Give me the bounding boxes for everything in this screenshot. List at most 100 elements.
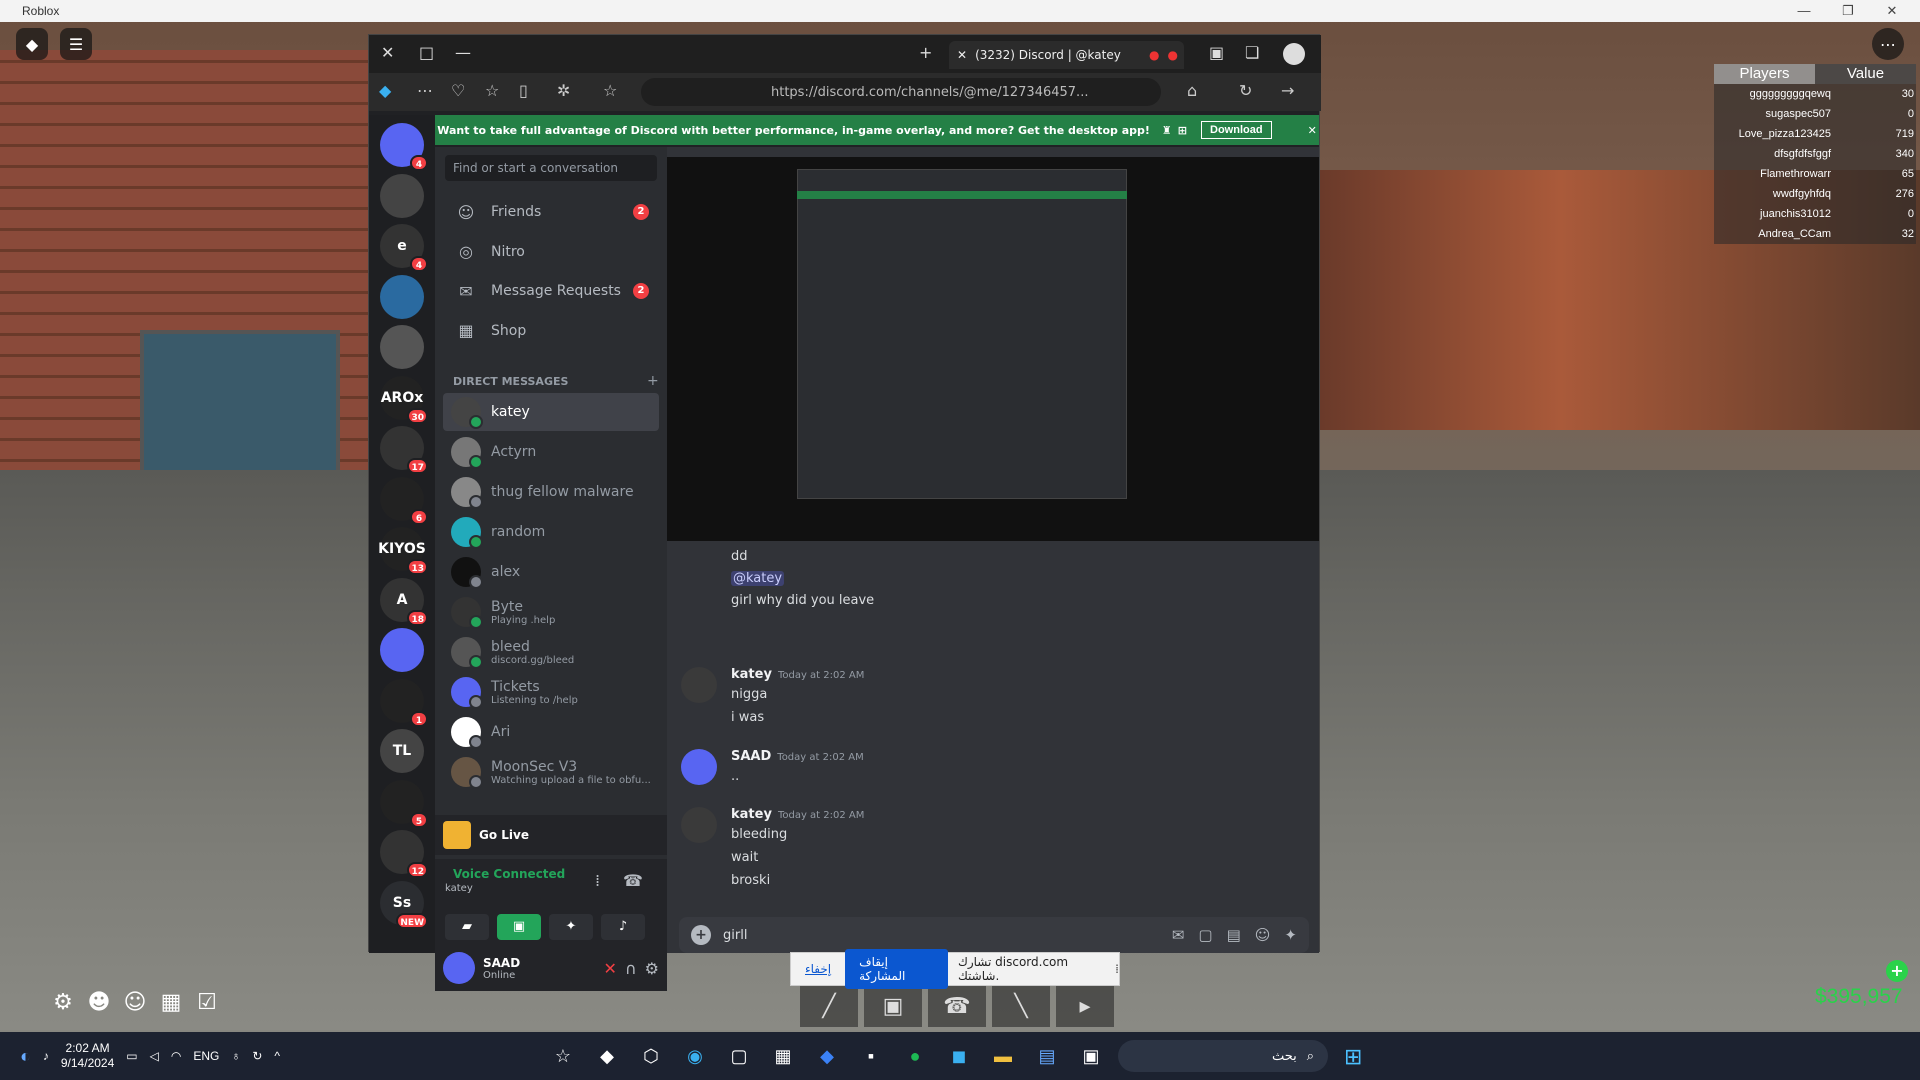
windows-start-icon[interactable]: ⊞ bbox=[1344, 1044, 1362, 1070]
collections-icon[interactable]: ❏ bbox=[1245, 43, 1259, 62]
new-dm-icon[interactable]: + bbox=[647, 373, 659, 389]
settings-icon[interactable]: ⚙ bbox=[645, 959, 659, 978]
server-icon[interactable]: 17 bbox=[380, 426, 428, 474]
forward-icon[interactable]: → bbox=[1281, 81, 1294, 100]
inventory-icon[interactable]: ▦ bbox=[158, 990, 184, 1016]
avatar[interactable] bbox=[443, 952, 475, 984]
apps-icon[interactable]: ✦ bbox=[1284, 926, 1297, 944]
app-icon[interactable]: ☆ bbox=[548, 1041, 578, 1071]
sticker-icon[interactable]: ▤ bbox=[1227, 926, 1241, 944]
leaderboard-row[interactable]: sugaspec507 0 bbox=[1714, 104, 1916, 124]
url-field[interactable]: https://discord.com/channels/@me/1273464… bbox=[641, 78, 1161, 106]
leaderboard-row[interactable]: juanchis31012 0 bbox=[1714, 204, 1916, 224]
leaderboard-row[interactable]: wwdfgyhfdq 276 bbox=[1714, 184, 1916, 204]
server-icon[interactable]: TL bbox=[380, 729, 424, 773]
mic-icon[interactable]: ♁ bbox=[231, 1049, 240, 1063]
nav-friends[interactable]: ☺ Friends 2 bbox=[443, 193, 659, 231]
mute-icon[interactable]: ✕ bbox=[604, 959, 617, 978]
dropbox-icon[interactable]: ◆ bbox=[812, 1041, 842, 1071]
app-icon[interactable]: ▪ bbox=[856, 1041, 886, 1071]
noise-suppression-icon[interactable]: ⁞ bbox=[595, 871, 600, 890]
message-author[interactable]: SAAD bbox=[731, 749, 771, 764]
profile-icon[interactable] bbox=[1283, 43, 1305, 65]
dm-item[interactable]: random bbox=[443, 513, 659, 551]
avatar[interactable] bbox=[681, 807, 717, 843]
leaderboard-header-value[interactable]: Value bbox=[1815, 64, 1916, 84]
screen-share-stream[interactable] bbox=[667, 157, 1319, 541]
stop-sharing-button[interactable]: إيقاف المشاركة bbox=[845, 949, 948, 989]
taskbar-search[interactable]: بحث ⌕ bbox=[1118, 1040, 1328, 1072]
screen-share-icon[interactable]: ▣ bbox=[497, 914, 541, 940]
server-icon[interactable]: AROx 30 bbox=[380, 375, 428, 424]
roblox-menu-icon[interactable]: ◆ bbox=[16, 28, 48, 60]
add-money-icon[interactable]: + bbox=[1886, 960, 1908, 982]
language-indicator[interactable]: ENG bbox=[193, 1049, 219, 1063]
maximize-icon[interactable]: □ bbox=[419, 43, 434, 62]
app-icon[interactable]: ⬡ bbox=[636, 1041, 666, 1071]
gif-icon[interactable]: ▢ bbox=[1198, 926, 1212, 944]
dm-item[interactable]: Actyrn bbox=[443, 433, 659, 471]
server-icon[interactable] bbox=[380, 325, 424, 369]
server-icon[interactable] bbox=[380, 173, 424, 218]
activity-icon[interactable]: ✦ bbox=[549, 914, 593, 940]
dm-item[interactable]: Tickets Listening to /help bbox=[443, 673, 659, 711]
favorites-icon[interactable]: ☆ bbox=[485, 81, 499, 100]
app-icon[interactable]: ▢ bbox=[724, 1041, 754, 1071]
avatar[interactable] bbox=[681, 667, 717, 703]
file-explorer-icon[interactable]: ▬ bbox=[988, 1041, 1018, 1071]
home-button[interactable]: 4 bbox=[380, 123, 428, 171]
store-icon[interactable]: ▦ bbox=[768, 1041, 798, 1071]
message-author[interactable]: katey bbox=[731, 807, 772, 822]
maximize-icon[interactable]: ❐ bbox=[1826, 0, 1870, 22]
dm-item[interactable]: bleed discord.gg/bleed bbox=[443, 633, 659, 671]
settings-icon[interactable]: ⚙ bbox=[50, 990, 76, 1016]
dm-item[interactable]: katey bbox=[443, 393, 659, 431]
edge-icon[interactable]: ◉ bbox=[680, 1041, 710, 1071]
mention[interactable]: @katey bbox=[731, 571, 785, 586]
leaderboard-row[interactable]: gggggggggqewq 30 bbox=[1714, 84, 1916, 104]
wifi-icon[interactable]: ◠ bbox=[171, 1049, 181, 1063]
group-icon[interactable]: ☻ bbox=[86, 990, 112, 1016]
download-button[interactable]: Download bbox=[1201, 121, 1272, 139]
gift-icon[interactable]: ✉ bbox=[1172, 926, 1185, 944]
server-icon[interactable]: KIYOS 13 bbox=[378, 527, 428, 575]
checklist-icon[interactable]: ☑ bbox=[194, 990, 220, 1016]
tab-grid-icon[interactable]: ▣ bbox=[1209, 43, 1224, 62]
widgets-icon[interactable]: ◐ bbox=[20, 1046, 31, 1067]
extensions-icon[interactable]: ✲ bbox=[557, 81, 570, 100]
notepad-icon[interactable]: ▤ bbox=[1032, 1041, 1062, 1071]
minimize-icon[interactable]: — bbox=[1782, 0, 1826, 22]
server-icon[interactable] bbox=[380, 628, 424, 672]
dm-item[interactable]: Byte Playing .help bbox=[443, 593, 659, 631]
attach-icon[interactable]: + bbox=[691, 925, 711, 945]
disconnect-icon[interactable]: ☎ bbox=[623, 871, 643, 890]
message-input[interactable] bbox=[723, 927, 1103, 943]
drag-handle-icon[interactable]: ⁞ bbox=[1115, 962, 1119, 976]
go-live-panel[interactable]: Go Live bbox=[435, 815, 667, 855]
split-screen-icon[interactable]: ▯ bbox=[519, 81, 528, 100]
server-icon[interactable]: Ss NEW bbox=[380, 880, 428, 929]
app-icon[interactable]: ▣ bbox=[1076, 1041, 1106, 1071]
message-author[interactable]: katey bbox=[731, 667, 772, 682]
tab-close-icon[interactable]: ✕ bbox=[957, 48, 967, 62]
nav-message-requests[interactable]: ✉ Message Requests 2 bbox=[443, 272, 659, 310]
notification-icon[interactable]: ♪ bbox=[43, 1049, 49, 1063]
more-icon[interactable]: ⋯ bbox=[1872, 28, 1904, 60]
dm-item[interactable]: alex bbox=[443, 553, 659, 591]
hotbar-slot[interactable]: ▸ bbox=[1056, 985, 1114, 1027]
spotify-icon[interactable]: ● bbox=[900, 1041, 930, 1071]
add-favorite-icon[interactable]: ☆ bbox=[603, 81, 617, 100]
hotbar-slot[interactable]: ☎ bbox=[928, 985, 986, 1027]
server-icon[interactable]: A 18 bbox=[380, 577, 428, 626]
clock-date[interactable]: 9/14/2024 bbox=[61, 1056, 114, 1071]
tab-discord[interactable]: ✕ (3232) Discord | @katey ● ● bbox=[949, 41, 1184, 69]
refresh-icon[interactable]: ↻ bbox=[1239, 81, 1252, 100]
chat-icon[interactable]: ☰ bbox=[60, 28, 92, 60]
app-icon[interactable]: ◼ bbox=[944, 1041, 974, 1071]
close-icon[interactable]: ✕ bbox=[1870, 0, 1914, 22]
battery-icon[interactable]: ▭ bbox=[126, 1049, 137, 1063]
server-icon[interactable] bbox=[380, 274, 424, 319]
soundboard-icon[interactable]: ♪ bbox=[601, 914, 645, 940]
volume-icon[interactable]: ◁ bbox=[150, 1049, 159, 1063]
hide-button[interactable]: إخفاء bbox=[805, 962, 831, 976]
